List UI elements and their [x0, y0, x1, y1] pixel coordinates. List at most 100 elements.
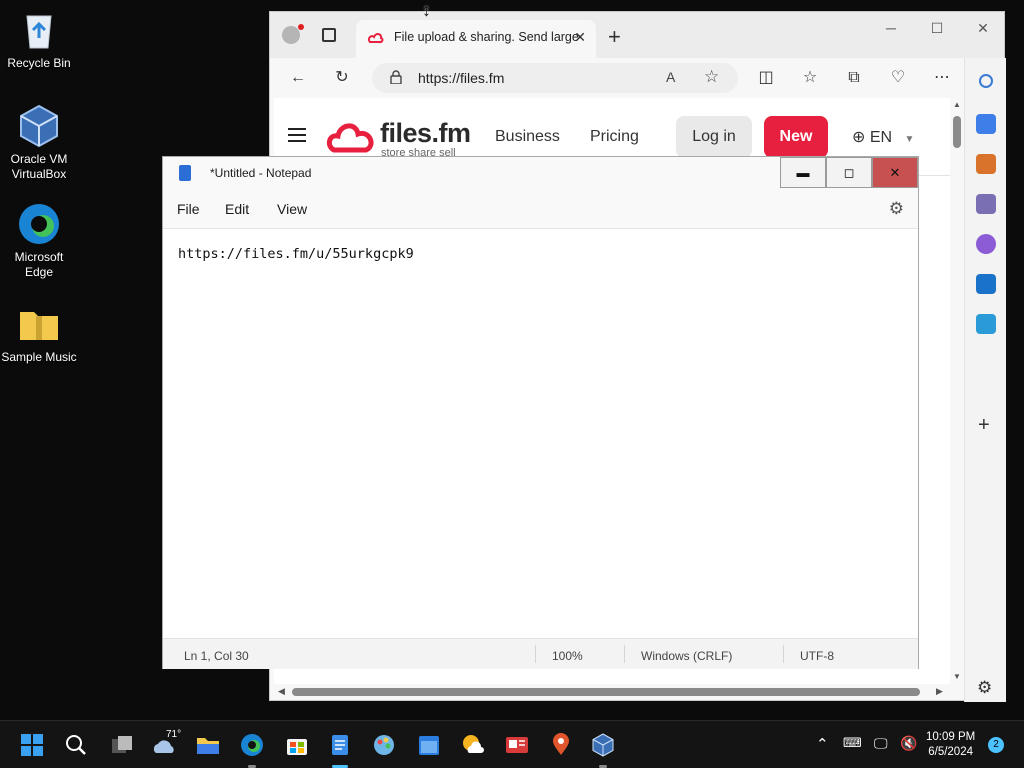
files-fm-cloud-icon — [326, 123, 374, 153]
line-ending: Windows (CRLF) — [641, 649, 733, 663]
tab-actions-icon[interactable] — [322, 28, 336, 42]
paint-icon[interactable] — [372, 733, 396, 757]
favorite-star-icon[interactable]: ☆ — [704, 67, 719, 87]
address-bar[interactable]: https://files.fm A ☆ — [372, 63, 738, 93]
settings-gear-icon[interactable]: ⚙ — [889, 199, 904, 219]
file-explorer-icon[interactable] — [196, 733, 220, 757]
notepad-taskbar-icon[interactable] — [328, 733, 352, 757]
browser-essentials-icon[interactable]: ♡ — [888, 68, 908, 88]
favorites-icon[interactable]: ☆ — [800, 68, 820, 88]
outlook-icon[interactable] — [976, 274, 996, 294]
collections-icon[interactable]: ⧉ — [844, 68, 864, 88]
news-icon[interactable] — [505, 733, 529, 757]
browser-toolbar: ← ↻ https://files.fm A ☆ ◫ ☆ ⧉ ♡ ⋯ — [270, 58, 1004, 98]
desktop-icon-recycle-bin[interactable]: Recycle Bin — [1, 8, 77, 71]
scroll-up-icon[interactable]: ▲ — [953, 100, 961, 109]
volume-muted-icon[interactable]: 🔇 — [900, 735, 917, 752]
profile-icon[interactable] — [282, 26, 300, 44]
microsoft-365-icon[interactable] — [976, 234, 996, 254]
encoding: UTF-8 — [800, 649, 834, 663]
taskbar: 71° ⌃ ⌨ 🖵 🔇 10:09 PM 6/5/2024 2 — [0, 720, 1024, 768]
back-icon[interactable]: ← — [288, 68, 308, 88]
keyboard-icon[interactable]: ⌨ — [843, 735, 862, 751]
status-divider — [535, 645, 536, 663]
desktop-icon-edge[interactable]: Microsoft Edge — [1, 202, 77, 280]
shopping-icon[interactable] — [976, 114, 996, 134]
microsoft-store-icon[interactable] — [285, 733, 309, 757]
nav-business[interactable]: Business — [495, 128, 560, 146]
edge-sidebar: + ⚙ — [964, 58, 1006, 702]
scrollbar-thumb[interactable] — [292, 688, 920, 696]
files-fm-logo[interactable]: files.fm store share sell — [326, 118, 471, 159]
clock-date: 6/5/2024 — [928, 746, 973, 758]
notification-dot-icon — [298, 24, 304, 30]
maps-icon[interactable] — [549, 733, 573, 757]
more-menu-icon[interactable]: ⋯ — [932, 68, 952, 88]
send-icon[interactable] — [976, 314, 996, 334]
recycle-bin-icon — [17, 8, 61, 52]
menu-bar: File Edit View ⚙ — [163, 188, 918, 228]
scrollbar-thumb[interactable] — [953, 116, 961, 148]
brand-name: files.fm — [380, 118, 471, 148]
nav-pricing[interactable]: Pricing — [590, 128, 639, 146]
clock-time: 10:09 PM — [926, 731, 976, 743]
weather-temperature: 71° — [166, 729, 182, 740]
close-button[interactable]: ✕ — [960, 20, 1006, 37]
tab-close-icon[interactable]: ✕ — [574, 29, 586, 46]
show-hidden-icons-chevron-icon[interactable]: ⌃ — [816, 735, 829, 753]
clock[interactable]: 10:09 PM 6/5/2024 — [926, 730, 975, 760]
language-label: EN — [869, 129, 893, 146]
hamburger-menu-icon[interactable] — [288, 128, 306, 146]
desktop-icon-label: Recycle Bin — [7, 56, 71, 70]
desktop-icon-sample-music[interactable]: Sample Music — [1, 302, 77, 365]
desktop-icon-label: Sample Music — [1, 350, 77, 364]
menu-edit[interactable]: Edit — [225, 201, 249, 217]
new-button[interactable]: New — [764, 116, 828, 158]
window-title: *Untitled - Notepad — [210, 166, 312, 180]
text-editor[interactable]: https://files.fm/u/55urkgcpk9 — [163, 228, 918, 638]
task-view-icon[interactable] — [110, 733, 134, 757]
virtualbox-icon — [17, 104, 61, 148]
search-icon[interactable] — [64, 733, 88, 757]
maximize-button[interactable]: ☐ — [914, 20, 960, 37]
language-selector[interactable]: ⊕ EN ▼ — [852, 127, 914, 147]
network-icon[interactable]: 🖵 — [874, 735, 888, 752]
tools-icon[interactable] — [976, 154, 996, 174]
minimize-button[interactable]: ─ — [868, 20, 914, 36]
weather-app-icon[interactable] — [461, 733, 485, 757]
address-text: https://files.fm — [418, 70, 505, 86]
notepad-titlebar[interactable]: *Untitled - Notepad ▬ ◻ ✕ — [163, 157, 918, 188]
menu-view[interactable]: View — [277, 201, 307, 217]
vertical-scrollbar[interactable]: ▲ ▼ — [950, 98, 964, 684]
edge-icon[interactable] — [240, 733, 264, 757]
tab-files-fm[interactable]: File upload & sharing. Send large ✕ — [356, 20, 596, 58]
sidebar-settings-icon[interactable]: ⚙ — [977, 678, 992, 698]
start-icon[interactable] — [20, 733, 44, 757]
desktop-icon-virtualbox[interactable]: Oracle VM VirtualBox — [1, 104, 77, 182]
add-sidebar-app-icon[interactable]: + — [978, 414, 990, 437]
notification-badge[interactable]: 2 — [988, 737, 1004, 753]
read-aloud-icon[interactable]: A — [666, 69, 675, 85]
notepad-icon — [179, 165, 191, 181]
status-divider — [783, 645, 784, 663]
scroll-down-icon[interactable]: ▼ — [953, 672, 961, 681]
login-button[interactable]: Log in — [676, 116, 752, 158]
zoom-level: 100% — [552, 649, 583, 663]
cursor-position: Ln 1, Col 30 — [184, 649, 249, 663]
refresh-icon[interactable]: ↻ — [332, 68, 352, 88]
search-icon[interactable] — [979, 74, 993, 88]
calendar-icon[interactable] — [417, 733, 441, 757]
globe-icon: ⊕ — [852, 129, 866, 146]
scroll-right-icon[interactable]: ▶ — [936, 686, 943, 697]
close-button[interactable]: ✕ — [872, 157, 918, 188]
menu-file[interactable]: File — [177, 201, 200, 217]
edge-icon — [17, 202, 61, 246]
minimize-button[interactable]: ▬ — [780, 157, 826, 188]
new-tab-button[interactable]: + — [608, 24, 621, 50]
horizontal-scrollbar[interactable]: ◀ ▶ — [274, 684, 950, 700]
virtualbox-taskbar-icon[interactable] — [591, 733, 615, 757]
split-screen-icon[interactable]: ◫ — [756, 68, 776, 88]
games-icon[interactable] — [976, 194, 996, 214]
maximize-button[interactable]: ◻ — [826, 157, 872, 188]
scroll-left-icon[interactable]: ◀ — [278, 686, 285, 697]
